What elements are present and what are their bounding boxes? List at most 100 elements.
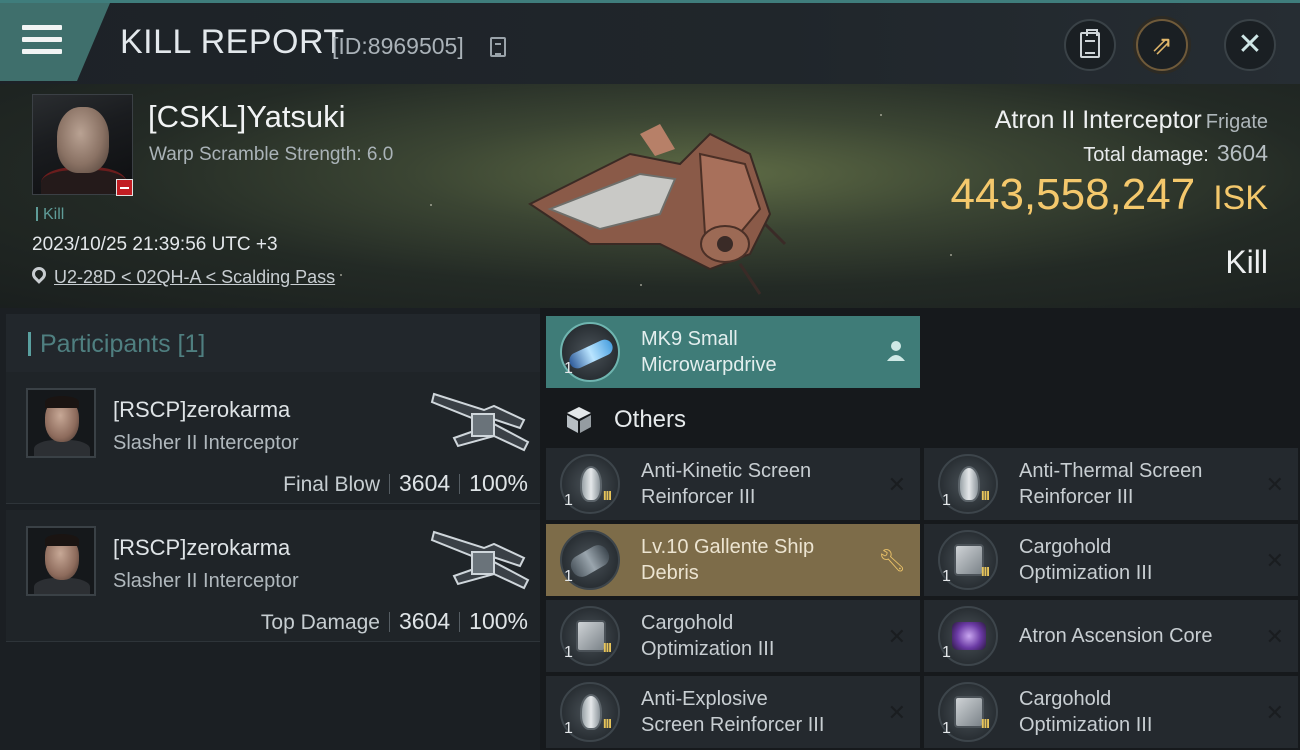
module-level: III [981,716,990,731]
module-level: III [603,640,612,655]
participant-ship: Slasher II Interceptor [113,432,299,454]
participant-row[interactable]: [RSCP]zerokarma Slasher II Interceptor T… [6,510,540,642]
menu-tab [0,3,110,81]
avatar [26,526,96,596]
kill-result: Kill [1225,244,1268,280]
person-icon[interactable] [886,340,906,368]
others-label: Others [614,406,687,433]
module-item[interactable]: 1 III Anti-Explosive Screen Reinforcer II… [546,676,920,748]
victim-ship[interactable]: Atron II Interceptor Frigate [995,106,1268,135]
module-qty: 1 [942,492,951,509]
participant-ship-icon [430,392,530,452]
total-damage-label: Total damage: [1083,144,1209,166]
total-damage: Total damage: 3604 [1083,140,1268,167]
isk-unit: ISK [1213,179,1268,217]
module-level: III [603,716,612,731]
x-mark-icon: ✕ [887,700,906,725]
star [430,204,432,206]
hamburger-icon[interactable] [22,25,62,57]
modules-panel: 1 MK9 Small Microwarpdrive Others 1 III A… [540,308,1300,750]
clipboard-button[interactable] [1064,19,1116,71]
module-level: III [981,564,990,579]
module-level: III [981,488,990,503]
x-mark-icon: ✕ [1265,700,1284,725]
module-item[interactable]: 1 III Cargohold Optimization III ✕ [924,524,1298,596]
total-damage-value: 3604 [1216,140,1268,166]
warp-scramble: Warp Scramble Strength: 6.0 [149,144,394,165]
x-mark-icon: ✕ [887,624,906,649]
participant-percent: 100% [469,608,528,634]
module-qty: 1 [942,644,951,661]
x-mark-icon: ✕ [1265,624,1284,649]
x-mark-icon: ✕ [1265,472,1284,497]
location-link[interactable]: U2-28D < 02QH-A < Scalding Pass [54,267,335,288]
module-item[interactable]: 1 III Cargohold Optimization III ✕ [924,676,1298,748]
participant-ship-icon [430,530,530,590]
module-name: Anti-Thermal Screen Reinforcer III [1019,460,1203,508]
participant-damage: 3604 [399,608,451,634]
map-pin-icon [29,264,49,284]
module-item[interactable]: 1 Lv.10 Gallente Ship Debris 🔧︎ [546,524,920,596]
copy-icon[interactable] [490,37,506,57]
participant-stats: Top Damage 3604 100% [261,608,528,635]
module-name: Lv.10 Gallente Ship Debris [641,536,815,584]
avatar [26,388,96,458]
participant-name: [RSCP]zerokarma [113,535,291,560]
module-mwd[interactable]: 1 MK9 Small Microwarpdrive [546,316,920,388]
isk-amount: 443,558,247 [950,170,1196,219]
victim-banner: [CSKL]Yatsuki Warp Scramble Strength: 6.… [0,84,1300,308]
participants-label: Participants [1] [40,330,206,358]
module-item[interactable]: 1 III Anti-Thermal Screen Reinforcer III … [924,448,1298,520]
ship-render [528,124,787,295]
participant-ship: Slasher II Interceptor [113,570,299,592]
star [950,254,952,256]
star [880,114,882,116]
module-name: Cargohold Optimization III [1019,688,1153,736]
module-item[interactable]: 1 III Cargohold Optimization III ✕ [546,600,920,672]
share-button[interactable]: ⇗ [1136,19,1188,71]
module-qty: 1 [564,720,573,737]
module-name: Cargohold Optimization III [641,612,775,660]
module-qty: 1 [564,492,573,509]
close-button[interactable]: ✕ [1224,19,1276,71]
module-qty: 1 [942,568,951,585]
x-mark-icon: ✕ [887,472,906,497]
participants-panel: Participants [1] [RSCP]zerokarma Slasher… [0,308,540,750]
module-level: III [603,488,612,503]
wrench-icon[interactable]: 🔧︎ [878,548,906,574]
victim-name[interactable]: [CSKL]Yatsuki [148,99,346,135]
module-name: MK9 Small Microwarpdrive [641,328,777,376]
module-item[interactable]: 1 Atron Ascension Core ✕ [924,600,1298,672]
ship-class: Frigate [1205,111,1268,133]
module-item[interactable]: 1 III Anti-Kinetic Screen Reinforcer III … [546,448,920,520]
x-mark-icon: ✕ [1265,548,1284,573]
participant-percent: 100% [469,470,528,496]
participant-stats: Final Blow 3604 100% [283,470,528,497]
close-icon: ✕ [1237,28,1263,61]
module-name: Anti-Explosive Screen Reinforcer III [641,688,825,736]
cube-icon [567,407,591,433]
star [340,274,342,276]
module-qty: 1 [564,568,573,585]
module-name: Cargohold Optimization III [1019,536,1153,584]
participant-row[interactable]: [RSCP]zerokarma Slasher II Interceptor F… [6,372,540,504]
participant-role: Final Blow [283,473,380,496]
isk-value: 443,558,247 ISK [951,170,1269,220]
ship-name: Atron II Interceptor [994,106,1202,134]
participant-damage: 3604 [399,470,451,496]
kill-datetime: 2023/10/25 21:39:56 UTC +3 [32,234,278,255]
standing-badge [116,179,133,196]
module-qty: 1 [564,644,573,661]
participant-role: Top Damage [260,611,380,634]
report-id: [ID:8969505] [332,33,464,59]
kill-tag: Kill [36,206,64,224]
module-qty: 1 [564,360,573,377]
share-icon: ⇗ [1151,30,1173,60]
module-name: Atron Ascension Core [1019,625,1213,647]
clipboard-icon [1080,29,1100,58]
header-bar: KILL REPORT [ID:8969505] ⇗ ✕ [0,0,1300,84]
module-name: Anti-Kinetic Screen Reinforcer III [641,460,812,508]
participants-header: Participants [1] [6,314,540,372]
page-title: KILL REPORT [120,23,345,61]
participant-name: [RSCP]zerokarma [113,397,291,422]
